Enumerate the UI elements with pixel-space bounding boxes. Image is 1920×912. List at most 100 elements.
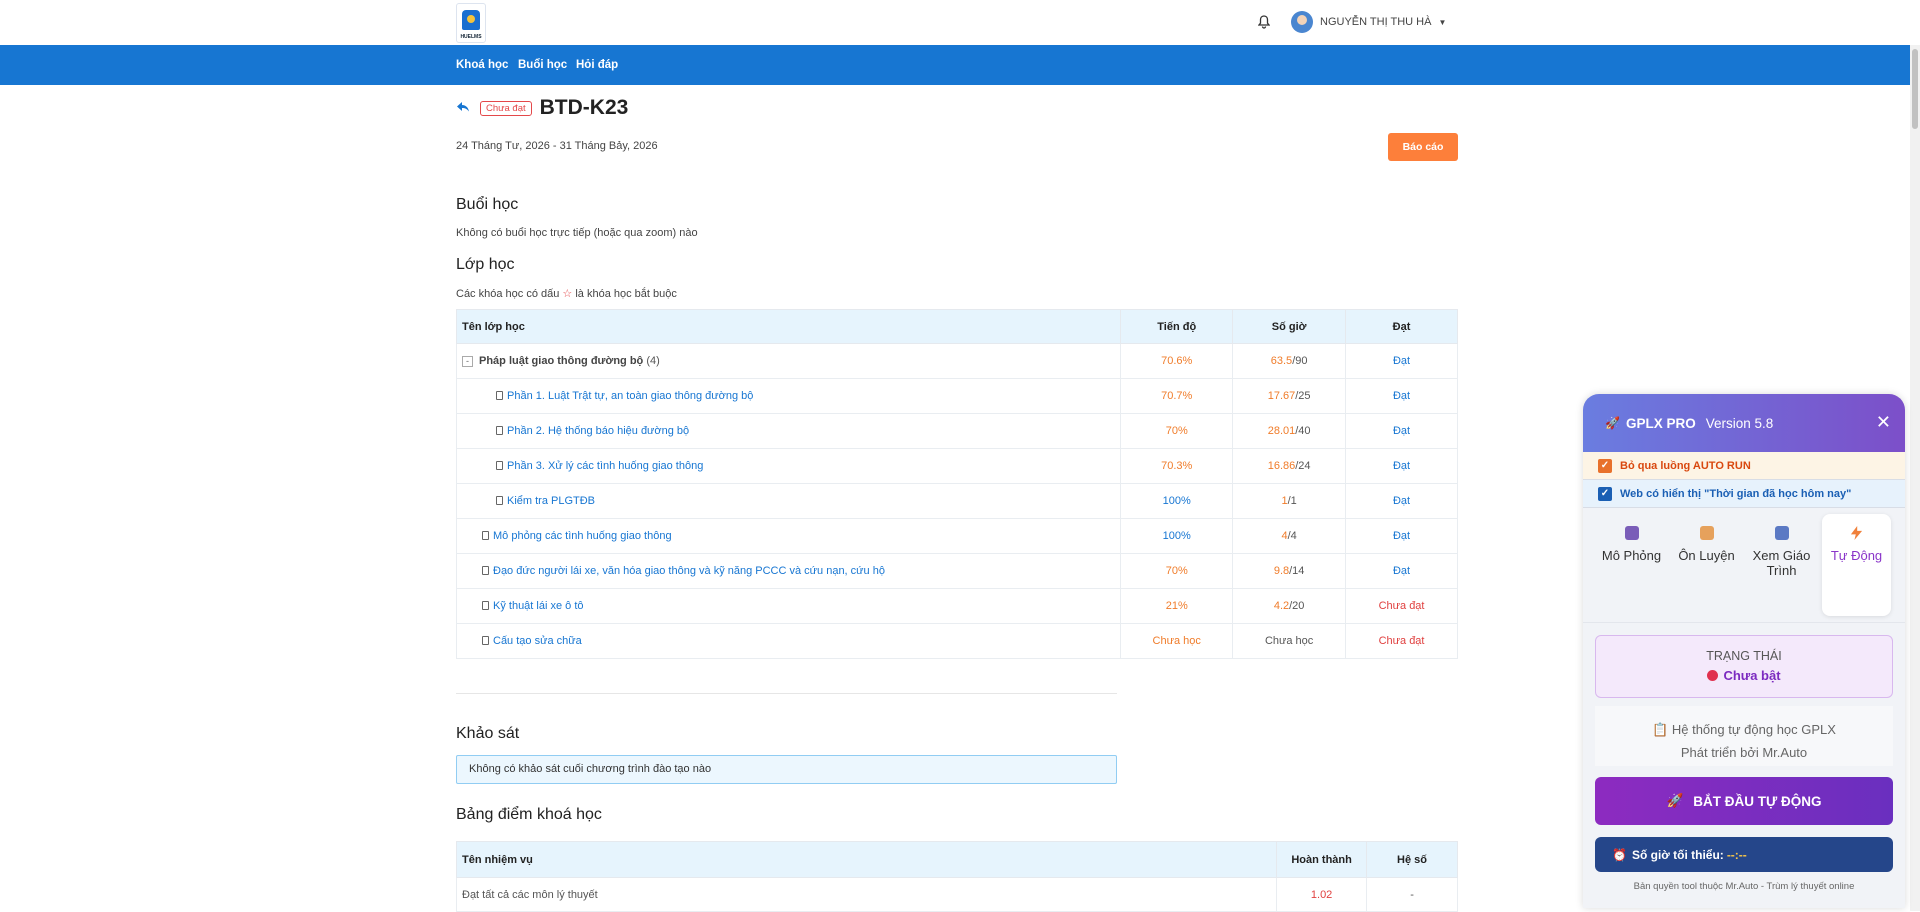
avatar (1291, 11, 1313, 33)
rocket-icon: 🚀 (1666, 793, 1684, 808)
panel-version: Version 5.8 (1705, 415, 1774, 431)
curriculum-icon (1774, 526, 1789, 540)
nav-sessions[interactable]: Buổi học (518, 45, 567, 85)
start-auto-button[interactable]: 🚀 BẮT ĐẦU TỰ ĐỘNG (1595, 777, 1893, 825)
top-header: HUELMS NGUYỄN THỊ THU HÀ ▼ (0, 0, 1920, 45)
tab-auto[interactable]: Tự Động (1822, 514, 1891, 616)
clipboard-icon: 📋 (1652, 722, 1669, 737)
scores-table: Tên nhiệm vụ Hoàn thành Hệ số Đạt tất cả… (455, 841, 1458, 912)
result-cell: Đạt (1345, 448, 1458, 484)
document-icon (482, 601, 489, 610)
panel-footer: Bản quyền tool thuộc Mr.Auto - Trùm lý t… (1633, 881, 1855, 892)
nav-courses[interactable]: Khoá học (456, 45, 508, 85)
class-link[interactable]: Phần 2. Hệ thống báo hiệu đường bộ (507, 425, 689, 437)
coef-cell: - (1366, 877, 1458, 912)
panel-title: GPLX PRO (1625, 415, 1696, 431)
progress-cell: 21% (1120, 588, 1234, 624)
collapse-toggle[interactable]: - (462, 356, 473, 367)
report-button[interactable]: Báo cáo (1388, 133, 1458, 161)
nav-qa[interactable]: Hỏi đáp (576, 45, 618, 85)
task-cell: Đạt tất cả các môn lý thuyết (455, 877, 1278, 912)
class-name: Pháp luật giao thông đường bộ (479, 355, 644, 367)
document-icon (496, 461, 503, 470)
table-row: Kiểm tra PLGTĐB 100% 1/1 Đạt (455, 483, 1458, 519)
scores-heading: Bảng điểm khoá học (456, 806, 602, 823)
class-link[interactable]: Phần 1. Luật Trật tự, an toàn giao thông… (507, 390, 753, 402)
table-row: Cấu tạo sửa chữa Chưa học Chưa học Chưa … (455, 623, 1458, 659)
class-link[interactable]: Mô phỏng các tình huống giao thông (493, 530, 672, 542)
user-menu[interactable]: NGUYỄN THỊ THU HÀ ▼ (1291, 11, 1446, 33)
checkbox-checked-icon[interactable]: ✓ (1598, 486, 1612, 501)
page-title: BTD-K23 (539, 96, 629, 119)
lightning-icon (1850, 526, 1863, 540)
required-note: Các khóa học có dấu ☆ là khóa học bắt bu… (456, 287, 677, 300)
info-box: 📋 Hệ thống tự động học GPLX Phát triển b… (1595, 706, 1893, 766)
result-cell: Chưa đạt (1345, 588, 1458, 624)
class-link[interactable]: Đạo đức người lái xe, văn hóa giao thông… (493, 565, 885, 577)
table-row: Đạt tất cả các môn lý thuyết 1.02 - (455, 877, 1458, 912)
practice-icon (1699, 526, 1714, 540)
result-cell: Đạt (1345, 518, 1458, 554)
class-link[interactable]: Kỹ thuật lái xe ô tô (493, 600, 584, 612)
hours-cell: 16.86/24 (1232, 448, 1347, 484)
caret-down-icon: ▼ (1438, 17, 1447, 27)
option-label: Web có hiển thị "Thời gian đã học hôm na… (1620, 487, 1852, 500)
rocket-icon: 🚀 (1605, 416, 1620, 430)
hours-cell: 63.5/90 (1232, 343, 1347, 379)
col-name: Tên lớp học (455, 309, 1122, 344)
bell-icon[interactable] (1255, 12, 1273, 32)
table-row: Phần 2. Hệ thống báo hiệu đường bộ 70% 2… (455, 413, 1458, 449)
hours-cell: 4.2/20 (1232, 588, 1347, 624)
user-name: NGUYỄN THỊ THU HÀ (1320, 16, 1432, 28)
page-scrollbar[interactable] (1910, 45, 1920, 911)
logo-text: HUELMS (460, 34, 482, 40)
hours-cell: 4/4 (1232, 518, 1347, 554)
table-row: Mô phỏng các tình huống giao thông 100% … (455, 518, 1458, 554)
table-row: Đạo đức người lái xe, văn hóa giao thông… (455, 553, 1458, 589)
result-cell: Đạt (1345, 343, 1458, 379)
tab-practice[interactable]: Ôn Luyện (1672, 514, 1741, 616)
red-dot-icon (1707, 670, 1719, 681)
status-label: TRẠNG THÁI (1706, 649, 1782, 663)
result-cell: Đạt (1345, 413, 1458, 449)
simulation-icon (1624, 526, 1639, 540)
status-box: TRẠNG THÁI Chưa bật (1595, 635, 1893, 698)
gplx-pro-panel: 🚀 GPLX PRO Version 5.8 ✕ ✓ Bỏ qua luồng … (1583, 394, 1905, 908)
back-arrow-icon[interactable] (456, 100, 470, 117)
survey-heading: Khảo sát (456, 725, 520, 742)
class-link[interactable]: Phần 3. Xử lý các tình huống giao thông (507, 460, 703, 472)
classes-heading: Lớp học (456, 256, 515, 273)
hours-cell: 28.01/40 (1232, 413, 1347, 449)
class-link[interactable]: Cấu tạo sửa chữa (493, 635, 582, 647)
scrollbar-thumb[interactable] (1912, 49, 1918, 129)
col-progress: Tiến độ (1120, 309, 1234, 344)
main-nav: Khoá học Buổi học Hỏi đáp (0, 45, 1920, 85)
col-result: Đạt (1345, 309, 1458, 344)
table-row: Phần 1. Luật Trật tự, an toàn giao thông… (455, 378, 1458, 414)
document-icon (482, 531, 489, 540)
survey-notice: Không có khảo sát cuối chương trình đào … (456, 755, 1117, 784)
option-label: Bỏ qua luồng AUTO RUN (1620, 459, 1751, 472)
status-badge: Chưa đạt (480, 100, 532, 116)
close-icon[interactable]: ✕ (1876, 412, 1891, 433)
progress-cell: Chưa học (1120, 623, 1234, 659)
class-link[interactable]: Kiểm tra PLGTĐB (507, 495, 595, 507)
progress-cell: 100% (1120, 483, 1234, 519)
checkbox-checked-icon[interactable]: ✓ (1598, 458, 1612, 473)
hours-cell: 1/1 (1232, 483, 1347, 519)
col-task: Tên nhiệm vụ (455, 841, 1278, 878)
course-dates: 24 Tháng Tư, 2026 - 31 Tháng Bảy, 2026 (456, 140, 658, 152)
table-row: Phần 3. Xử lý các tình huống giao thông … (455, 448, 1458, 484)
result-cell: Đạt (1345, 553, 1458, 589)
star-icon: ☆ (562, 288, 573, 300)
note-before: Các khóa học có dấu (456, 288, 560, 300)
option-skip-autorun[interactable]: ✓ Bỏ qua luồng AUTO RUN (1583, 452, 1905, 480)
panel-header: 🚀 GPLX PRO Version 5.8 ✕ (1583, 394, 1905, 452)
tab-simulation[interactable]: Mô Phỏng (1597, 514, 1666, 616)
clock-icon: ⏰ (1612, 847, 1627, 862)
tab-curriculum[interactable]: Xem Giáo Trình (1747, 514, 1816, 616)
site-logo[interactable]: HUELMS (456, 3, 486, 43)
option-show-time[interactable]: ✓ Web có hiển thị "Thời gian đã học hôm … (1583, 480, 1905, 508)
progress-cell: 70.6% (1120, 343, 1234, 379)
hours-cell: Chưa học (1232, 623, 1347, 659)
